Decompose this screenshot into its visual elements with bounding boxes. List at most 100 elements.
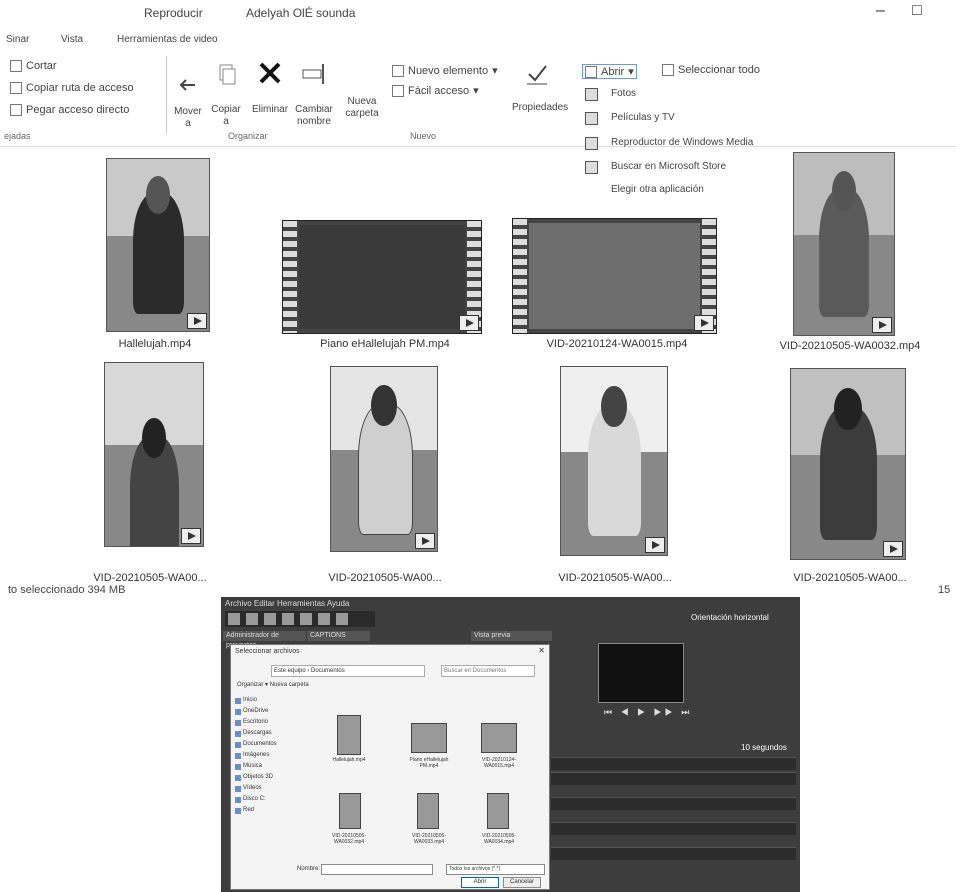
timeline-ruler[interactable] [551, 757, 796, 770]
panel-header-captions[interactable]: CAPTIONS [307, 631, 370, 641]
open-button[interactable]: Abrir ▾ [582, 64, 637, 79]
dialog-cancel-button[interactable]: Cancelar [503, 877, 541, 888]
dialog-search-input[interactable]: Buscar en Documentos [441, 665, 535, 677]
tool-icon[interactable] [300, 613, 312, 625]
file-name[interactable]: VID-20210505-WA0032.mp4 [760, 340, 940, 352]
panel-header-projects[interactable]: Administrador de proyectos [223, 631, 306, 649]
tool-icon[interactable] [282, 613, 294, 625]
properties-button[interactable]: Propiedades [512, 60, 568, 114]
paste-shortcut-button[interactable]: Pegar acceso directo [10, 104, 129, 116]
nav-item[interactable]: Inicio [235, 695, 311, 706]
tool-icon[interactable] [318, 613, 330, 625]
dialog-file-name[interactable]: Piano eHallelujah PM.mp4 [404, 757, 454, 769]
file-name[interactable]: VID-20210505-WA00... [770, 572, 930, 584]
dialog-file-thumbnail[interactable] [411, 723, 447, 753]
nav-item[interactable]: Vídeos [235, 783, 311, 794]
dialog-open-button[interactable]: Abrir [461, 877, 499, 888]
dialog-path-bar[interactable]: Este equipo › Documentos [271, 665, 425, 677]
tool-icon[interactable] [336, 613, 348, 625]
file-thumbnail[interactable] [330, 366, 438, 552]
dialog-file-thumbnail[interactable] [487, 793, 509, 829]
new-item-button[interactable]: Nuevo elemento ▾ [392, 64, 498, 77]
file-name[interactable]: Piano eHallelujah PM.mp4 [290, 338, 480, 350]
file-name[interactable]: VID-20210505-WA00... [80, 572, 220, 584]
open-icon [585, 65, 597, 78]
menu-item-media-player[interactable]: Reproductor de Windows Media [611, 137, 753, 148]
dialog-file-name[interactable]: VID-20210505-WA0033.mp4 [404, 833, 454, 845]
copy-to-button[interactable]: Copiar a [204, 60, 248, 128]
dialog-close-icon[interactable]: ✕ [538, 646, 545, 655]
editor-toolbar [225, 611, 375, 627]
nav-item[interactable]: Escritorio [235, 717, 311, 728]
group-label-new: Nuevo [410, 131, 437, 141]
filename-input[interactable] [321, 864, 433, 875]
file-name[interactable]: VID-20210505-WA00... [310, 572, 460, 584]
folder-icon [235, 785, 241, 792]
file-thumbnail[interactable] [793, 152, 895, 336]
context-tab-label[interactable]: Reproducir [144, 6, 203, 20]
nav-item[interactable]: Música [235, 761, 311, 772]
dialog-file-name[interactable]: VID-20210124-WA0015.mp4 [474, 757, 524, 769]
file-thumbnail[interactable] [512, 218, 717, 334]
file-thumbnail[interactable] [790, 368, 906, 560]
timeline-track[interactable] [551, 822, 796, 835]
menu-item-store[interactable]: Buscar en Microsoft Store [611, 161, 726, 172]
nav-item[interactable]: Imágenes [235, 750, 311, 761]
folder-icon [235, 730, 241, 737]
dialog-file-thumbnail[interactable] [337, 715, 361, 755]
filetype-select[interactable]: Todos los archivos (*.*) [446, 864, 545, 875]
delete-button[interactable]: Eliminar [248, 60, 292, 116]
timeline-track[interactable] [551, 797, 796, 810]
nav-item[interactable]: OneDrive [235, 706, 311, 717]
tool-icon[interactable] [264, 613, 276, 625]
copy-path-label: Copiar ruta de acceso [26, 82, 134, 94]
timeline-track[interactable] [551, 847, 796, 860]
file-name[interactable]: Hallelujah.mp4 [80, 338, 230, 350]
file-name[interactable]: VID-20210505-WA00... [540, 572, 690, 584]
nav-item[interactable]: Red [235, 805, 311, 816]
nav-item[interactable]: Disco C: [235, 794, 311, 805]
chevron-down-icon: ▾ [473, 85, 479, 97]
select-all-button[interactable]: Seleccionar todo [662, 64, 760, 76]
minimize-button[interactable]: – [876, 2, 885, 20]
rename-icon [302, 64, 324, 84]
rename-button[interactable]: Cambiar nombre [292, 60, 336, 128]
filename-label: Nombre: [297, 866, 321, 872]
copy-path-button[interactable]: Copiar ruta de acceso [10, 82, 134, 94]
tool-icon[interactable] [246, 613, 258, 625]
file-name[interactable]: VID-20210124-WA0015.mp4 [522, 338, 712, 350]
playback-controls[interactable]: ⏮ ◀ ▶ ▶▶ ⏭ [604, 707, 692, 718]
easy-access-button[interactable]: Fácil acceso ▾ [392, 84, 479, 97]
dialog-file-thumbnail[interactable] [339, 793, 361, 829]
menu-item-photos[interactable]: Fotos [611, 88, 636, 99]
dialog-file-thumbnail[interactable] [417, 793, 439, 829]
menu-item-movies-tv[interactable]: Películas y TV [611, 112, 675, 123]
timeline-track[interactable] [551, 772, 796, 785]
video-play-icon [187, 313, 207, 329]
dialog-file-name[interactable]: Hallelujah.mp4 [324, 757, 374, 763]
file-thumbnail[interactable] [560, 366, 668, 556]
tab-share[interactable]: Sinar [6, 34, 29, 45]
file-thumbnail[interactable] [282, 220, 482, 334]
maximize-button[interactable]: □ [912, 2, 922, 20]
delete-x-icon [259, 62, 281, 84]
nav-item[interactable]: Objetos 3D [235, 772, 311, 783]
file-thumbnail[interactable] [106, 158, 210, 332]
folder-icon [235, 763, 241, 770]
video-play-icon [459, 315, 479, 331]
orientation-label[interactable]: Orientación horizontal [691, 613, 769, 622]
dialog-file-thumbnail[interactable] [481, 723, 517, 753]
cut-button[interactable]: Cortar [10, 60, 57, 72]
tool-icon[interactable] [228, 613, 240, 625]
dialog-organize-bar[interactable]: Organizar ▾ Nueva carpeta [237, 681, 309, 688]
dialog-file-name[interactable]: VID-20210505-WA0032.mp4 [324, 833, 374, 845]
file-thumbnail[interactable] [104, 362, 204, 547]
new-folder-button[interactable]: Nueva carpeta [340, 86, 384, 120]
dialog-file-name[interactable]: VID-20210505-WA0034.mp4 [474, 833, 524, 845]
tab-view[interactable]: Vista [61, 34, 83, 45]
nav-item[interactable]: Documentos [235, 739, 311, 750]
nav-item[interactable]: Descargas [235, 728, 311, 739]
tab-video-tools[interactable]: Herramientas de video [117, 34, 218, 45]
menu-item-choose-app[interactable]: Elegir otra aplicación [611, 184, 704, 195]
panel-header-preview[interactable]: Vista previa [471, 631, 552, 641]
